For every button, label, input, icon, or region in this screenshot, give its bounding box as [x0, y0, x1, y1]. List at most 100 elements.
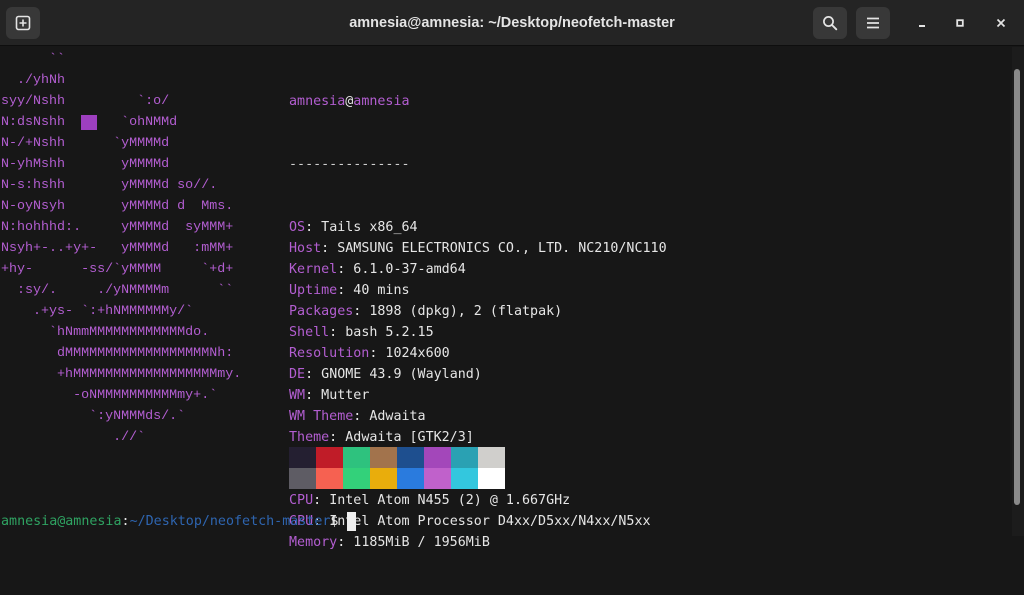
minimize-button[interactable] — [912, 13, 932, 33]
info-label: Uptime — [289, 283, 338, 298]
logo-line: `:yNMMMds/.` — [1, 409, 186, 424]
color-swatch — [478, 468, 505, 489]
color-swatch — [424, 447, 451, 468]
info-row: DE: GNOME 43.9 (Wayland) — [289, 364, 667, 385]
info-label: OS — [289, 220, 306, 235]
user-host-line: amnesia@amnesia — [289, 91, 667, 112]
prompt-symbol: $ — [330, 514, 339, 529]
info-value: 6.1.0-37-amd64 — [353, 262, 466, 277]
info-colon: : — [337, 283, 354, 298]
logo-line: N-oyNsyh yMMMMd d Mms. — [1, 199, 234, 214]
info-row: Theme: Adwaita [GTK2/3] — [289, 427, 667, 448]
info-label: Host — [289, 241, 322, 256]
info-colon: : — [337, 262, 354, 277]
close-button[interactable] — [991, 13, 1011, 33]
logo-line: ./yhNh — [1, 73, 66, 88]
logo-line: N-yhMshh yMMMMd — [1, 157, 170, 172]
color-swatch — [424, 468, 451, 489]
info-row: WM Theme: Adwaita — [289, 406, 667, 427]
color-swatch — [397, 468, 424, 489]
logo-line: N-s:hshh yMMMMd so//. — [1, 178, 218, 193]
logo-line: dMMMMMMMMMMMMMMMMMMNh: — [1, 346, 234, 361]
info-label: Shell — [289, 325, 330, 340]
info-separator: --------------- — [289, 157, 410, 172]
maximize-button[interactable] — [950, 13, 970, 33]
color-swatch — [451, 447, 478, 468]
logo-line: -oNMMMMMMMMMMmy+.` — [1, 388, 218, 403]
info-colon: : — [313, 493, 330, 508]
info-label: Resolution — [289, 346, 370, 361]
info-row: Memory: 1185MiB / 1956MiB — [289, 532, 667, 553]
header-bar: amnesia@amnesia: ~/Desktop/neofetch-mast… — [0, 0, 1024, 46]
maximize-icon — [956, 19, 964, 27]
logo-line: .//` — [1, 430, 146, 445]
info-value: bash 5.2.15 — [345, 325, 434, 340]
info-label: Memory — [289, 535, 338, 550]
search-icon — [823, 16, 838, 31]
info-colon: : — [337, 535, 354, 550]
minimize-icon — [919, 25, 925, 27]
color-swatch — [343, 468, 370, 489]
color-swatch — [478, 447, 505, 468]
close-icon — [996, 18, 1006, 28]
color-swatch — [289, 447, 316, 468]
color-swatch — [370, 468, 397, 489]
info-fields: OS: Tails x86_64 Host: SAMSUNG ELECTRONIC… — [289, 217, 667, 553]
color-swatch — [289, 468, 316, 489]
info-row: WM: Mutter — [289, 385, 667, 406]
info-colon: : — [329, 325, 346, 340]
color-swatch — [370, 447, 397, 468]
color-swatch — [316, 468, 343, 489]
logo-line: .+ys- `:+hNMMMMMMy/` — [1, 304, 194, 319]
color-swatch — [397, 447, 424, 468]
info-colon: : — [321, 241, 338, 256]
info-user: amnesia — [289, 94, 346, 109]
color-palette — [289, 447, 505, 489]
logo-line: `` — [1, 52, 66, 67]
logo-line: N:hohhhd:. yMMMMd syMMM+ — [1, 220, 234, 235]
info-value: SAMSUNG ELECTRONICS CO., LTD. NC210/NC11… — [337, 241, 667, 256]
shell-prompt[interactable]: amnesia@amnesia: ~/Desktop/neofetch-maste… — [1, 511, 357, 532]
info-row: Uptime: 40 mins — [289, 280, 667, 301]
info-value: Intel Atom N455 (2) @ 1.667GHz — [329, 493, 571, 508]
text-cursor — [347, 512, 357, 531]
info-value: GNOME 43.9 (Wayland) — [321, 367, 482, 382]
scrollbar-thumb[interactable] — [1014, 69, 1020, 505]
info-row: Packages: 1898 (dpkg), 2 (flatpak) — [289, 301, 667, 322]
info-value: Mutter — [321, 388, 370, 403]
logo-line: +hMMMMMMMMMMMMMMMMMMmy. — [1, 367, 242, 382]
logo-line: +hy- -ss/`yMMMM `+d+ — [1, 262, 234, 277]
logo-line: :sy/. ./yNMMMMm `` — [1, 283, 234, 298]
info-label: Packages — [289, 304, 354, 319]
info-label: Theme — [289, 430, 330, 445]
color-swatch — [343, 447, 370, 468]
search-button[interactable] — [813, 7, 847, 39]
hamburger-menu-icon — [867, 17, 879, 29]
color-swatch — [316, 447, 343, 468]
distro-ascii-logo: `` ./yhNh syy/Nshh `:o/ N:dsNshh `ohNMMd… — [1, 52, 242, 445]
info-value: 1024x600 — [385, 346, 450, 361]
info-row: Shell: bash 5.2.15 — [289, 322, 667, 343]
info-label: WM Theme — [289, 409, 354, 424]
palette-row-normal — [289, 447, 505, 468]
menu-button[interactable] — [856, 7, 890, 39]
info-value: 1185MiB / 1956MiB — [353, 535, 490, 550]
info-value: Intel Atom Processor D4xx/D5xx/N4xx/N5xx — [329, 514, 651, 529]
info-row: OS: Tails x86_64 — [289, 217, 667, 238]
info-colon: : — [353, 409, 370, 424]
logo-block — [81, 115, 98, 130]
info-row: Kernel: 6.1.0-37-amd64 — [289, 259, 667, 280]
info-host: amnesia — [353, 94, 410, 109]
info-colon: : — [305, 220, 322, 235]
prompt-path: ~/Desktop/neofetch-master — [129, 514, 331, 529]
info-value: 40 mins — [353, 283, 410, 298]
logo-line: N-/+Nshh `yMMMMd — [1, 136, 170, 151]
color-swatch — [451, 468, 478, 489]
prompt-user: amnesia@amnesia — [1, 514, 122, 529]
terminal-view[interactable]: `` ./yhNh syy/Nshh `:o/ N:dsNshh `ohNMMd… — [0, 47, 1010, 550]
logo-line: N:dsNshh — [1, 115, 82, 130]
prompt-colon: : — [121, 514, 130, 529]
info-colon: : — [329, 430, 346, 445]
logo-line: Nsyh+-..+y+- yMMMMd :mMM+ — [1, 241, 234, 256]
info-colon: : — [305, 388, 322, 403]
